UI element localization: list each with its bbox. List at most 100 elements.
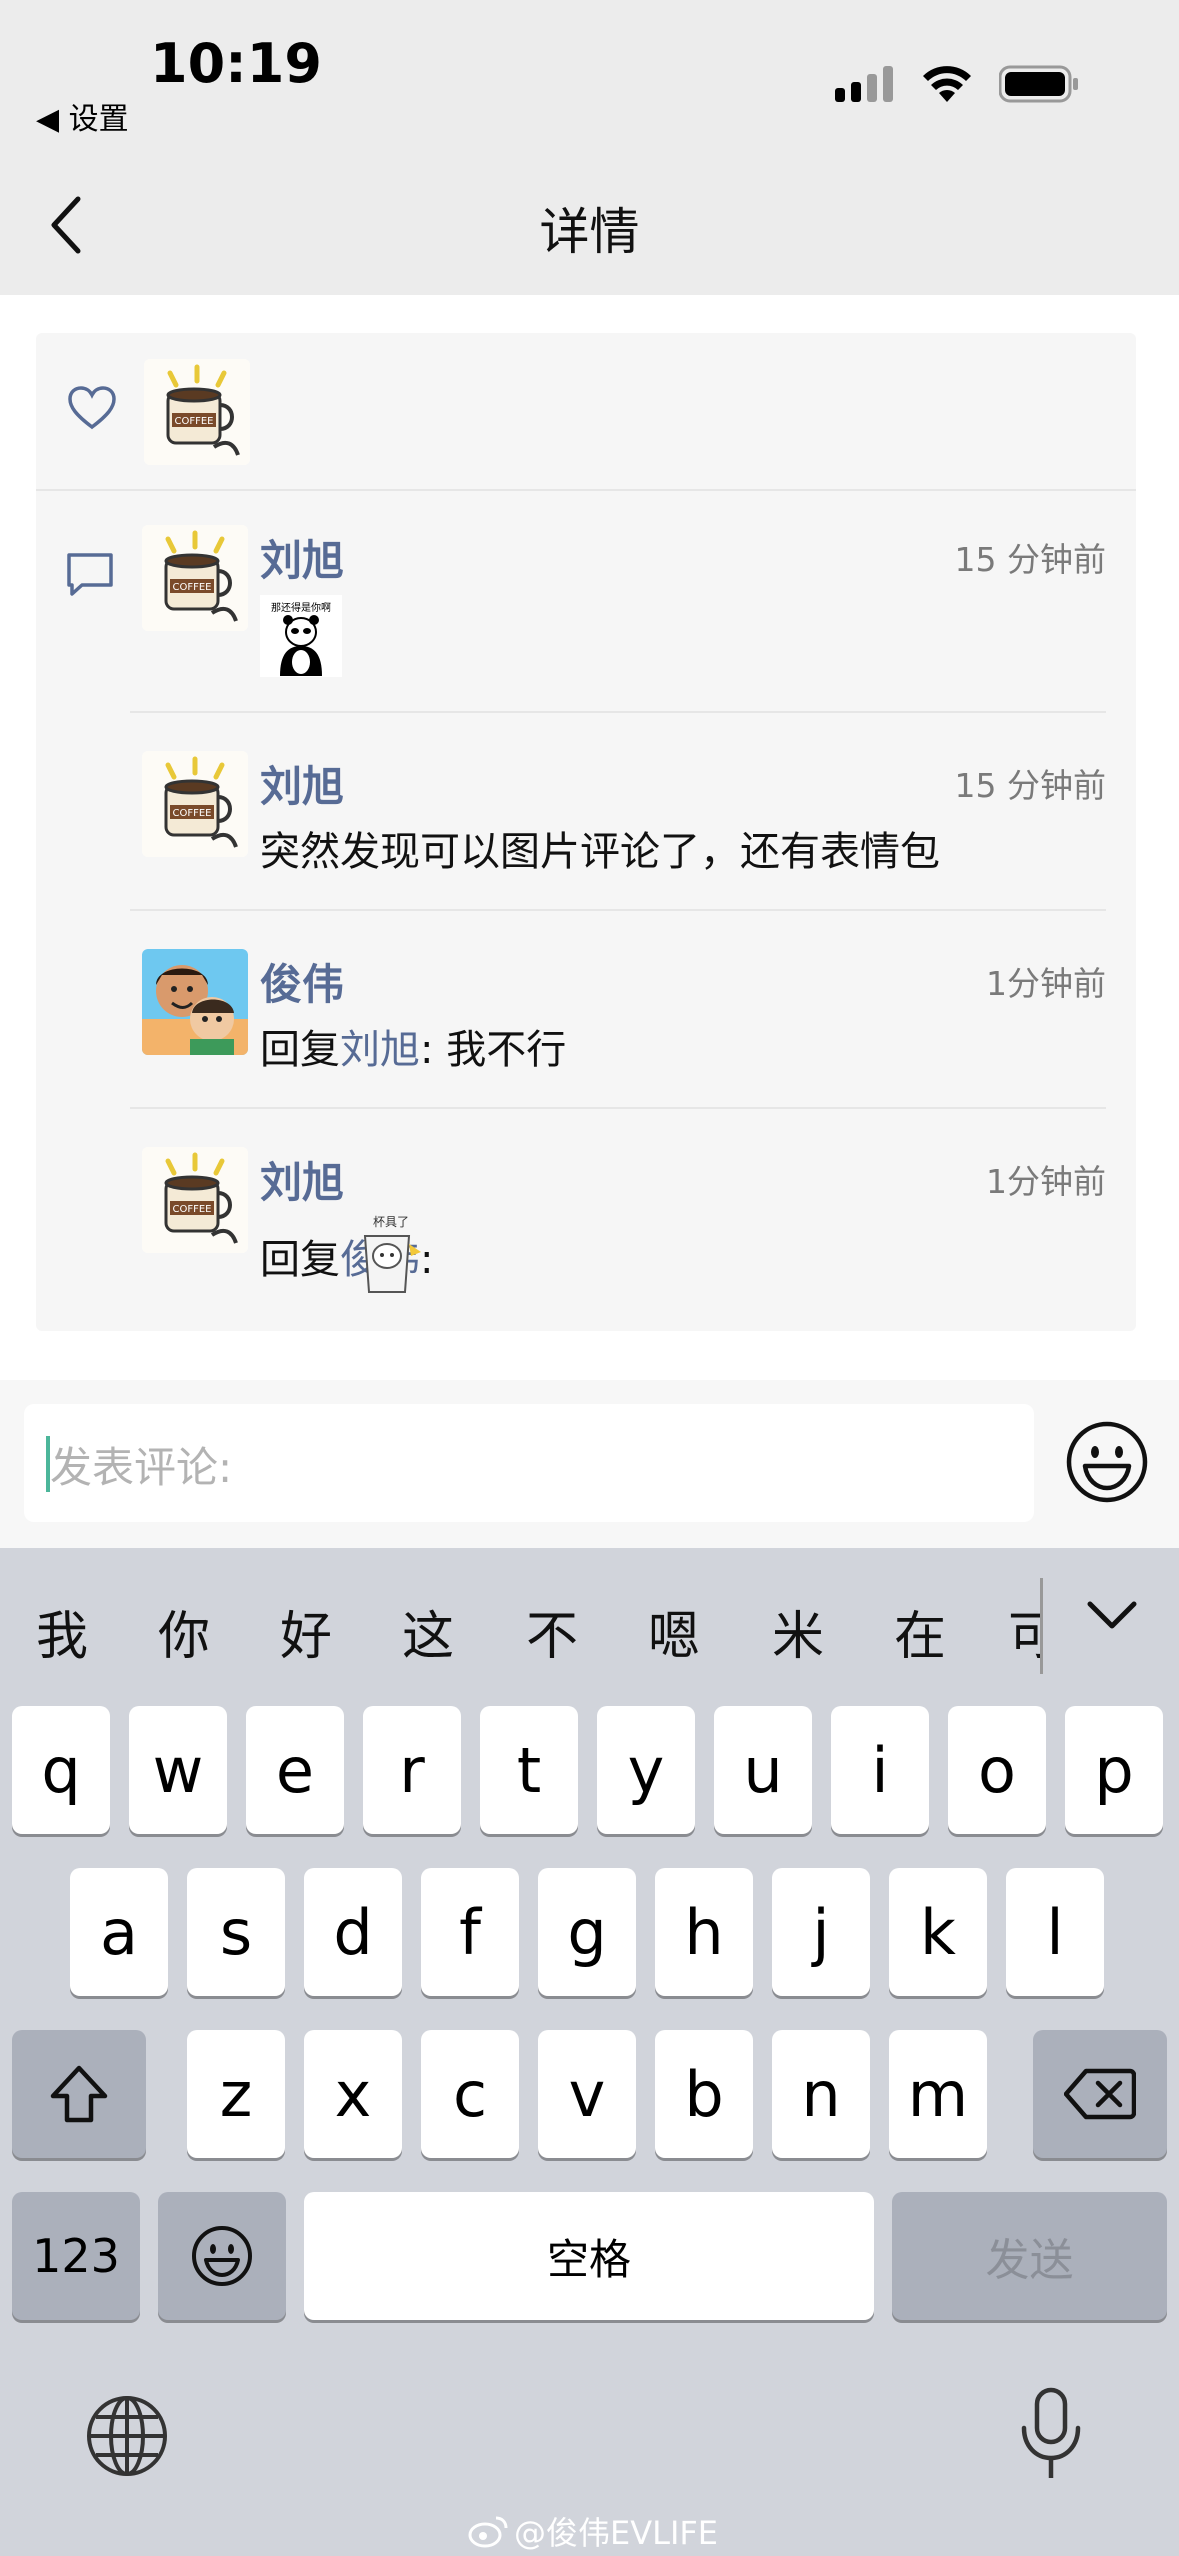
key-j[interactable]: j bbox=[772, 1868, 870, 1996]
candidate-word[interactable]: 我 bbox=[36, 1594, 88, 1669]
battery-icon bbox=[999, 65, 1078, 103]
key-e[interactable]: e bbox=[246, 1706, 344, 1834]
key-c[interactable]: c bbox=[421, 2030, 519, 2158]
coffee-mug-icon: COFFEE bbox=[142, 525, 248, 631]
microphone-icon[interactable] bbox=[1018, 2386, 1084, 2484]
cat-in-cup-icon bbox=[363, 1235, 421, 1293]
key-n[interactable]: n bbox=[772, 2030, 870, 2158]
input-placeholder: 发表评论: bbox=[50, 1443, 233, 1492]
comment-time: 1分钟前 bbox=[986, 964, 1106, 1003]
comment-bubble-icon bbox=[67, 553, 113, 596]
candidate-divider bbox=[1040, 1578, 1043, 1674]
sticker-caption: 那还得是你啊 bbox=[271, 603, 331, 614]
panda-meme-sticker[interactable]: 那还得是你啊 bbox=[260, 595, 342, 677]
candidate-word[interactable]: 米 bbox=[772, 1594, 824, 1669]
key-t[interactable]: t bbox=[480, 1706, 578, 1834]
back-to-settings-link[interactable]: ◀ 设置 bbox=[36, 94, 129, 138]
reply-prefix: 回复 bbox=[260, 1027, 340, 1073]
family-avatar-icon bbox=[142, 949, 248, 1055]
numbers-key[interactable]: 123 bbox=[12, 2192, 140, 2320]
key-w[interactable]: w bbox=[129, 1706, 227, 1834]
commenter-name[interactable]: 刘旭 bbox=[260, 527, 344, 588]
key-d[interactable]: d bbox=[304, 1868, 402, 1996]
chevron-down-icon[interactable] bbox=[1084, 1596, 1140, 1636]
candidate-word[interactable]: 不 bbox=[526, 1594, 578, 1669]
candidate-word[interactable]: 你 bbox=[158, 1594, 210, 1669]
comment-input-bar: 发表评论: bbox=[0, 1380, 1179, 1548]
key-x[interactable]: x bbox=[304, 2030, 402, 2158]
avatar[interactable]: COFFEE bbox=[142, 751, 248, 857]
key-o[interactable]: o bbox=[948, 1706, 1046, 1834]
send-key[interactable]: 发送 bbox=[892, 2192, 1167, 2320]
candidate-word[interactable]: 嗯 bbox=[648, 1594, 700, 1669]
key-z[interactable]: z bbox=[187, 2030, 285, 2158]
comment-item[interactable]: COFFEE 刘旭 15 分钟前 那还得是你啊 bbox=[130, 525, 1106, 705]
delete-key[interactable] bbox=[1033, 2030, 1167, 2158]
key-q[interactable]: q bbox=[12, 1706, 110, 1834]
wifi-icon bbox=[923, 66, 971, 102]
reply-mention[interactable]: 刘旭 bbox=[340, 1027, 420, 1073]
coffee-mug-icon: COFFEE bbox=[142, 1147, 248, 1253]
key-r[interactable]: r bbox=[363, 1706, 461, 1834]
key-g[interactable]: g bbox=[538, 1868, 636, 1996]
header: 10:19 ◀ 设置 详情 bbox=[0, 0, 1179, 295]
signal-icon bbox=[835, 66, 893, 102]
key-m[interactable]: m bbox=[889, 2030, 987, 2158]
key-f[interactable]: f bbox=[421, 1868, 519, 1996]
comment-item[interactable]: COFFEE 刘旭 15 分钟前 突然发现可以图片评论了，还有表情包 bbox=[130, 751, 1106, 901]
divider bbox=[130, 1107, 1106, 1109]
panda-icon bbox=[280, 615, 322, 676]
cat-cup-sticker[interactable]: 杯具了 bbox=[356, 1213, 426, 1299]
key-k[interactable]: k bbox=[889, 1868, 987, 1996]
key-h[interactable]: h bbox=[655, 1868, 753, 1996]
comment-time: 15 分钟前 bbox=[954, 540, 1106, 579]
likes-row: COFFEE bbox=[36, 333, 1136, 491]
keyboard: 我 你 好 这 不 嗯 米 在 可 q w e r t y u i o p a … bbox=[0, 1548, 1179, 2556]
commenter-name[interactable]: 刘旭 bbox=[260, 753, 344, 814]
avatar-family-photo[interactable] bbox=[142, 949, 248, 1055]
key-y[interactable]: y bbox=[597, 1706, 695, 1834]
key-v[interactable]: v bbox=[538, 2030, 636, 2158]
comment-item[interactable]: 俊伟 1分钟前 回复刘旭: 我不行 bbox=[130, 949, 1106, 1099]
likes-comments-card: COFFEE COFFEE 刘旭 15 分钟前 那还得是你啊 COFFEE 刘旭… bbox=[36, 333, 1136, 1331]
globe-icon[interactable] bbox=[84, 2393, 170, 2479]
key-s[interactable]: s bbox=[187, 1868, 285, 1996]
sticker-caption: 杯具了 bbox=[372, 1215, 409, 1229]
status-icons bbox=[835, 64, 1079, 104]
emoji-icon[interactable] bbox=[1065, 1420, 1149, 1504]
comment-text: 回复刘旭: 我不行 bbox=[260, 1017, 566, 1075]
avatar[interactable]: COFFEE bbox=[142, 525, 248, 631]
backspace-icon bbox=[1064, 2068, 1136, 2120]
key-p[interactable]: p bbox=[1065, 1706, 1163, 1834]
shift-key[interactable] bbox=[12, 2030, 146, 2158]
coffee-mug-icon: COFFEE bbox=[144, 359, 250, 465]
key-b[interactable]: b bbox=[655, 2030, 753, 2158]
candidate-word[interactable]: 这 bbox=[402, 1594, 454, 1669]
comment-input[interactable]: 发表评论: bbox=[24, 1404, 1034, 1522]
commenter-name[interactable]: 俊伟 bbox=[260, 951, 344, 1012]
key-a[interactable]: a bbox=[70, 1868, 168, 1996]
avatar[interactable]: COFFEE bbox=[142, 1147, 248, 1253]
coffee-mug-icon: COFFEE bbox=[142, 751, 248, 857]
reply-text: : 我不行 bbox=[420, 1027, 567, 1073]
candidate-word[interactable]: 在 bbox=[894, 1594, 946, 1669]
emoji-key[interactable] bbox=[158, 2192, 286, 2320]
comment-text: 突然发现可以图片评论了，还有表情包 bbox=[260, 829, 940, 875]
divider bbox=[130, 909, 1106, 911]
space-key[interactable]: 空格 bbox=[304, 2192, 874, 2320]
candidate-bar: 我 你 好 这 不 嗯 米 在 可 bbox=[0, 1548, 1179, 1688]
comment-item[interactable]: COFFEE 刘旭 1分钟前 回复俊伟: 杯具了 bbox=[130, 1147, 1106, 1317]
candidate-word[interactable]: 可 bbox=[1008, 1594, 1040, 1669]
svg-text:COFFEE: COFFEE bbox=[173, 808, 212, 819]
liker-avatar-coffee[interactable]: COFFEE bbox=[144, 359, 250, 465]
key-l[interactable]: l bbox=[1006, 1868, 1104, 1996]
key-u[interactable]: u bbox=[714, 1706, 812, 1834]
key-i[interactable]: i bbox=[831, 1706, 929, 1834]
divider bbox=[130, 711, 1106, 713]
watermark-text: @俊伟EVLIFE bbox=[514, 2514, 719, 2552]
shift-arrow-icon bbox=[50, 2065, 108, 2123]
weibo-logo-icon bbox=[468, 2516, 508, 2548]
commenter-name[interactable]: 刘旭 bbox=[260, 1149, 344, 1210]
comment-time: 15 分钟前 bbox=[954, 766, 1106, 805]
candidate-word[interactable]: 好 bbox=[280, 1594, 332, 1669]
